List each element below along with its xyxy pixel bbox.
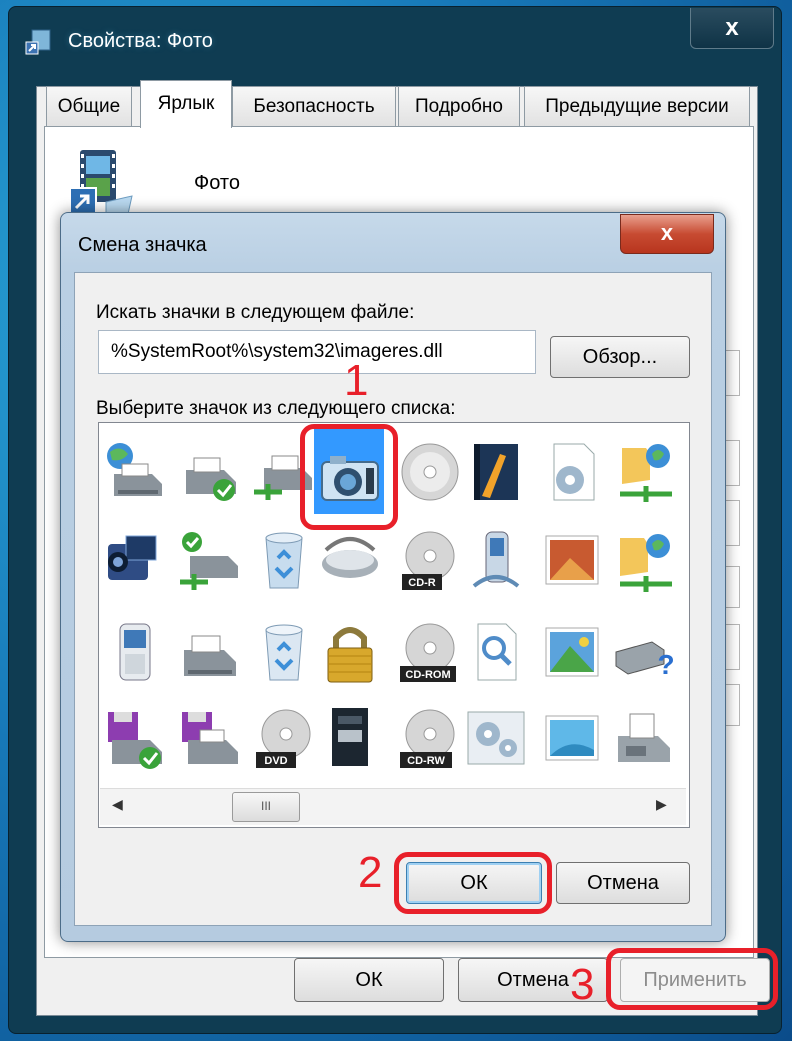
dialog-title: Смена значка bbox=[78, 234, 207, 256]
image-landscape-icon[interactable] bbox=[540, 620, 604, 684]
cd-r-icon[interactable]: CD-R bbox=[398, 528, 462, 592]
shortcut-name: Фото bbox=[194, 172, 240, 194]
icon-list-label: Выберите значок из следующего списка: bbox=[96, 398, 456, 419]
mobile-phone-icon[interactable] bbox=[104, 620, 168, 684]
settings-file-icon[interactable] bbox=[540, 440, 604, 504]
search-document-icon[interactable] bbox=[464, 620, 528, 684]
memory-card-icon[interactable] bbox=[318, 706, 382, 770]
network-printer-icon[interactable] bbox=[104, 440, 168, 504]
annotation-box-3 bbox=[606, 948, 778, 1010]
tab-details[interactable]: Подробно bbox=[398, 86, 520, 126]
annotation-number-1: 1 bbox=[344, 356, 369, 405]
dialog-close-button[interactable]: x bbox=[620, 214, 714, 254]
network-folder-icon[interactable] bbox=[612, 440, 676, 504]
browse-button[interactable]: Обзор... bbox=[550, 336, 690, 378]
dialog-cancel-button[interactable]: Отмена bbox=[556, 862, 690, 904]
picture-icon[interactable] bbox=[540, 528, 604, 592]
dvd-icon[interactable]: DVD bbox=[252, 706, 316, 770]
window-close-button[interactable]: x bbox=[690, 8, 774, 49]
tab-security[interactable]: Безопасность bbox=[232, 86, 396, 126]
desktop-image-icon[interactable] bbox=[540, 706, 604, 770]
dvd-label: DVD bbox=[264, 755, 287, 767]
cd-disc-icon[interactable] bbox=[398, 440, 462, 504]
printer-icon[interactable] bbox=[178, 620, 242, 684]
tab-shortcut[interactable]: Ярлык bbox=[140, 80, 232, 128]
cd-rw-label: CD-RW bbox=[407, 755, 445, 767]
window-app-icon bbox=[25, 29, 51, 55]
camcorder-icon[interactable] bbox=[104, 528, 168, 592]
network-folder-2-icon[interactable] bbox=[612, 528, 676, 592]
annotation-number-2: 2 bbox=[358, 848, 383, 897]
scroll-left-icon[interactable]: ◀ bbox=[112, 796, 123, 813]
cd-rom-label: CD-ROM bbox=[405, 669, 450, 681]
book-icon[interactable] bbox=[464, 440, 528, 504]
floppy-check-icon[interactable] bbox=[104, 706, 168, 770]
tab-general[interactable]: Общие bbox=[46, 86, 132, 126]
floppy-printer-icon[interactable] bbox=[178, 706, 242, 770]
ok-button[interactable]: ОК bbox=[294, 958, 444, 1002]
fax-icon[interactable] bbox=[612, 706, 676, 770]
window-title: Свойства: Фото bbox=[68, 30, 213, 52]
icon-file-input[interactable]: %SystemRoot%\system32\imageres.dll bbox=[98, 330, 536, 374]
printer-check-icon[interactable] bbox=[178, 528, 242, 592]
recycle-bin-empty-icon[interactable] bbox=[252, 620, 316, 684]
file-label: Искать значки в следующем файле: bbox=[96, 302, 415, 323]
tab-previous-versions[interactable]: Предыдущие версии bbox=[524, 86, 750, 126]
svg-text:?: ? bbox=[657, 649, 674, 680]
annotation-box-1 bbox=[300, 424, 398, 530]
scroll-right-icon[interactable]: ▶ bbox=[656, 796, 667, 813]
icon-list-scrollbar[interactable] bbox=[100, 788, 686, 825]
cd-r-label: CD-R bbox=[408, 577, 436, 589]
annotation-box-2 bbox=[394, 852, 552, 914]
cd-rom-icon[interactable]: CD-ROM bbox=[398, 620, 462, 684]
cd-rw-icon[interactable]: CD-RW bbox=[398, 706, 462, 770]
mobile-device-icon[interactable] bbox=[464, 528, 528, 592]
scroll-thumb[interactable]: III bbox=[232, 792, 300, 822]
printer-share-icon[interactable] bbox=[178, 440, 242, 504]
drive-help-icon[interactable]: ? bbox=[612, 620, 676, 684]
recycle-bin-full-icon[interactable] bbox=[252, 528, 316, 592]
scanner-icon[interactable] bbox=[318, 528, 382, 592]
annotation-number-3: 3 bbox=[570, 960, 595, 1009]
shortcut-film-icon bbox=[69, 150, 133, 215]
padlock-icon[interactable] bbox=[318, 620, 382, 684]
gears-window-icon[interactable] bbox=[464, 706, 528, 770]
